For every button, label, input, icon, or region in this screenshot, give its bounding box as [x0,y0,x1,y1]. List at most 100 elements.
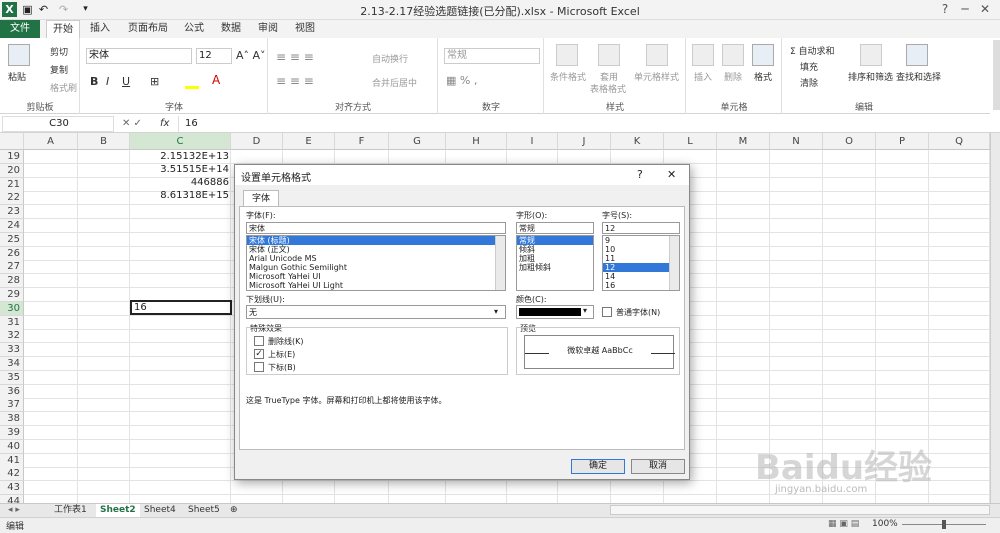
font-size-option[interactable]: 14 [603,272,679,281]
tab-insert[interactable]: 插入 [84,20,116,38]
select-all-corner[interactable] [0,133,24,150]
column-header-b[interactable]: B [78,133,130,150]
horizontal-scrollbar[interactable] [610,505,990,515]
cell-c30-active[interactable]: 16 [130,300,232,315]
row-header-36[interactable]: 36 [0,384,24,399]
view-buttons-icon[interactable]: ▦ ▣ ▤ [828,519,859,529]
number-format-combo[interactable]: 常规 [444,48,540,64]
cancel-button[interactable]: 取消 [631,459,685,474]
underline-select[interactable]: 无 [246,305,506,319]
font-list-scrollbar[interactable] [495,236,505,290]
column-header-k[interactable]: K [611,133,664,150]
borders-icon[interactable]: ⊞ [150,75,159,88]
column-header-f[interactable]: F [335,133,389,150]
row-header-24[interactable]: 24 [0,219,24,233]
tab-page-layout[interactable]: 页面布局 [122,20,174,38]
superscript-checkbox[interactable]: ✓ [254,349,264,359]
formula-input[interactable]: 16 [178,116,990,132]
find-select-button[interactable]: 查找和选择 [896,70,941,83]
font-name-combo[interactable]: 宋体 [86,48,192,64]
font-list[interactable]: 宋体 (标题) 宋体 (正文) Arial Unicode MS Malgun … [246,235,506,291]
column-header-n[interactable]: N [770,133,823,150]
font-size-scrollbar[interactable] [669,236,679,290]
row-header-31[interactable]: 31 [0,315,24,330]
row-header-26[interactable]: 26 [0,246,24,261]
tab-font[interactable]: 字体 [243,190,279,207]
sheet-tab-5[interactable]: Sheet5 [184,504,224,517]
font-option[interactable]: Microsoft YaHei UI [247,272,505,281]
vertical-scrollbar[interactable] [990,133,1000,503]
font-size-option[interactable]: 16 [603,281,679,290]
column-header-m[interactable]: M [717,133,770,150]
font-style-option[interactable]: 倾斜 [517,245,593,254]
column-header-o[interactable]: O [823,133,876,150]
column-header-j[interactable]: J [558,133,611,150]
font-style-list[interactable]: 常规 倾斜 加粗 加粗倾斜 [516,235,594,291]
font-option[interactable]: Malgun Gothic Semilight [247,263,505,272]
tab-formulas[interactable]: 公式 [178,20,210,38]
font-style-input[interactable]: 常规 [516,222,594,234]
row-header-35[interactable]: 35 [0,370,24,385]
zoom-level[interactable]: 100% [872,519,898,529]
paste-icon[interactable] [8,44,30,66]
conditional-format-icon[interactable] [556,44,578,66]
cell-c21[interactable]: 446886 [130,176,231,189]
minimize-button[interactable]: ─ [955,1,975,18]
cell-c20[interactable]: 3.51515E+14 [130,163,231,176]
row-header-30[interactable]: 30 [0,301,24,316]
font-option[interactable]: 宋体 (标题) [247,236,505,245]
find-select-icon[interactable] [906,44,928,66]
row-header-19[interactable]: 19 [0,150,24,164]
column-header-g[interactable]: G [389,133,446,150]
copy-button[interactable]: 复制 [50,63,68,76]
font-option[interactable]: Microsoft YaHei UI Light [247,281,505,290]
cell-c22[interactable]: 8.61318E+15 [130,189,231,202]
tab-file[interactable]: 文件 [0,20,40,38]
font-style-option[interactable]: 加粗倾斜 [517,263,593,272]
font-style-option[interactable]: 加粗 [517,254,593,263]
conditional-format-button[interactable]: 条件格式 [550,70,586,83]
font-size-option[interactable]: 12 [603,263,679,272]
align-top-icon[interactable]: ≡ ≡ ≡ [276,50,314,64]
column-header-e[interactable]: E [283,133,335,150]
format-cells-button[interactable]: 格式 [754,70,772,83]
sort-filter-icon[interactable] [860,44,882,66]
row-header-37[interactable]: 37 [0,398,24,413]
format-as-table-icon[interactable] [598,44,620,66]
strikethrough-checkbox[interactable] [254,336,264,346]
name-box[interactable]: C30 [2,116,114,132]
font-size-combo[interactable]: 12 [196,48,232,64]
font-option[interactable]: 宋体 (正文) [247,245,505,254]
ribbon-scrollbar[interactable] [993,40,1000,110]
subscript-checkbox[interactable] [254,362,264,372]
insert-cells-button[interactable]: 插入 [694,70,712,83]
merge-center-button[interactable]: 合并后居中 [372,76,417,89]
row-header-42[interactable]: 42 [0,467,24,482]
insert-function-icon[interactable]: fx [160,118,169,129]
row-header-38[interactable]: 38 [0,412,24,427]
row-header-29[interactable]: 29 [0,288,24,302]
insert-cells-icon[interactable] [692,44,714,66]
dialog-close-button[interactable]: ✕ [667,168,676,181]
delete-cells-icon[interactable] [722,44,744,66]
column-header-l[interactable]: L [664,133,717,150]
autosum-button[interactable]: Σ 自动求和 [790,44,835,57]
tab-view[interactable]: 视图 [289,20,321,38]
row-header-22[interactable]: 22 [0,191,24,206]
close-button[interactable]: ✕ [975,1,995,18]
column-header-d[interactable]: D [231,133,283,150]
delete-cells-button[interactable]: 删除 [724,70,742,83]
fill-button[interactable]: 填充 [800,60,818,73]
percent-icon[interactable]: ▦ % , [446,74,477,87]
underline-button[interactable]: U [122,75,130,88]
tab-home[interactable]: 开始 [46,20,80,38]
color-picker[interactable]: ▾ [516,305,594,319]
italic-button[interactable]: I [106,75,109,88]
color-dropdown-icon[interactable]: ▾ [583,306,587,315]
wrap-text-button[interactable]: 自动换行 [372,52,408,65]
cell-c19[interactable]: 2.15132E+13 [130,150,231,163]
row-header-41[interactable]: 41 [0,453,24,468]
tab-review[interactable]: 审阅 [252,20,284,38]
row-header-32[interactable]: 32 [0,329,24,344]
row-header-34[interactable]: 34 [0,357,24,371]
